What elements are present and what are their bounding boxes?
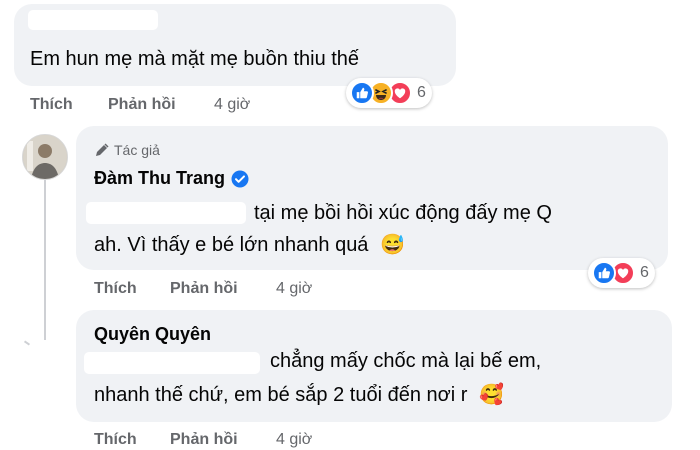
like-icon — [592, 261, 616, 285]
like-button[interactable]: Thích — [94, 280, 137, 298]
comment-text: Em hun mẹ mà mặt mẹ buồn thiu thế — [30, 48, 360, 70]
redacted-author-name — [28, 10, 158, 30]
thread-connector-curve — [23, 340, 31, 346]
like-icon — [350, 81, 374, 105]
timestamp[interactable]: 4 giờ — [276, 431, 312, 449]
author-row: Đàm Thu Trang — [94, 168, 249, 189]
timestamp[interactable]: 4 giờ — [276, 280, 312, 298]
like-button[interactable]: Thích — [94, 431, 137, 449]
reply-text-line2: ah. Vì thấy e bé lớn nhanh quá 😅 — [94, 232, 405, 258]
reply-button[interactable]: Phản hồi — [170, 431, 238, 449]
reaction-count: 6 — [417, 84, 426, 101]
reply-text-line2: nhanh thế chứ, em bé sắp 2 tuổi đến nơi … — [94, 382, 504, 408]
reply-button[interactable]: Phản hồi — [108, 96, 176, 114]
timestamp[interactable]: 4 giờ — [214, 96, 250, 114]
reply-button[interactable]: Phản hồi — [170, 280, 238, 298]
pencil-icon — [96, 143, 109, 156]
smiling-hearts-emoji: 🥰 — [478, 384, 504, 406]
avatar[interactable] — [22, 134, 68, 180]
reply-text-line2-text: nhanh thế chứ, em bé sắp 2 tuổi đến nơi … — [94, 384, 468, 406]
like-button[interactable]: Thích — [30, 96, 73, 114]
author-badge: Tác giả — [94, 142, 160, 158]
redacted-mention — [84, 352, 260, 374]
sweat-smile-emoji: 😅 — [380, 234, 405, 256]
verified-badge-icon — [231, 170, 249, 187]
reaction-count: 6 — [640, 264, 649, 281]
reply-text-line2-text: ah. Vì thấy e bé lớn nhanh quá — [94, 234, 369, 256]
author-badge-label: Tác giả — [114, 142, 160, 158]
author-name[interactable]: Đàm Thu Trang — [94, 168, 225, 189]
author-name[interactable]: Quyên Quyên — [94, 324, 211, 345]
reaction-summary[interactable]: 6 — [588, 258, 655, 288]
reply-text-line1: chẳng mấy chốc mà lại bế em, — [270, 350, 542, 372]
thread-connector — [44, 180, 46, 340]
reaction-summary[interactable]: 6 — [346, 78, 432, 108]
redacted-mention — [86, 202, 246, 224]
reply-text-line1: tại mẹ bồi hồi xúc động đấy mẹ Q — [254, 202, 552, 224]
